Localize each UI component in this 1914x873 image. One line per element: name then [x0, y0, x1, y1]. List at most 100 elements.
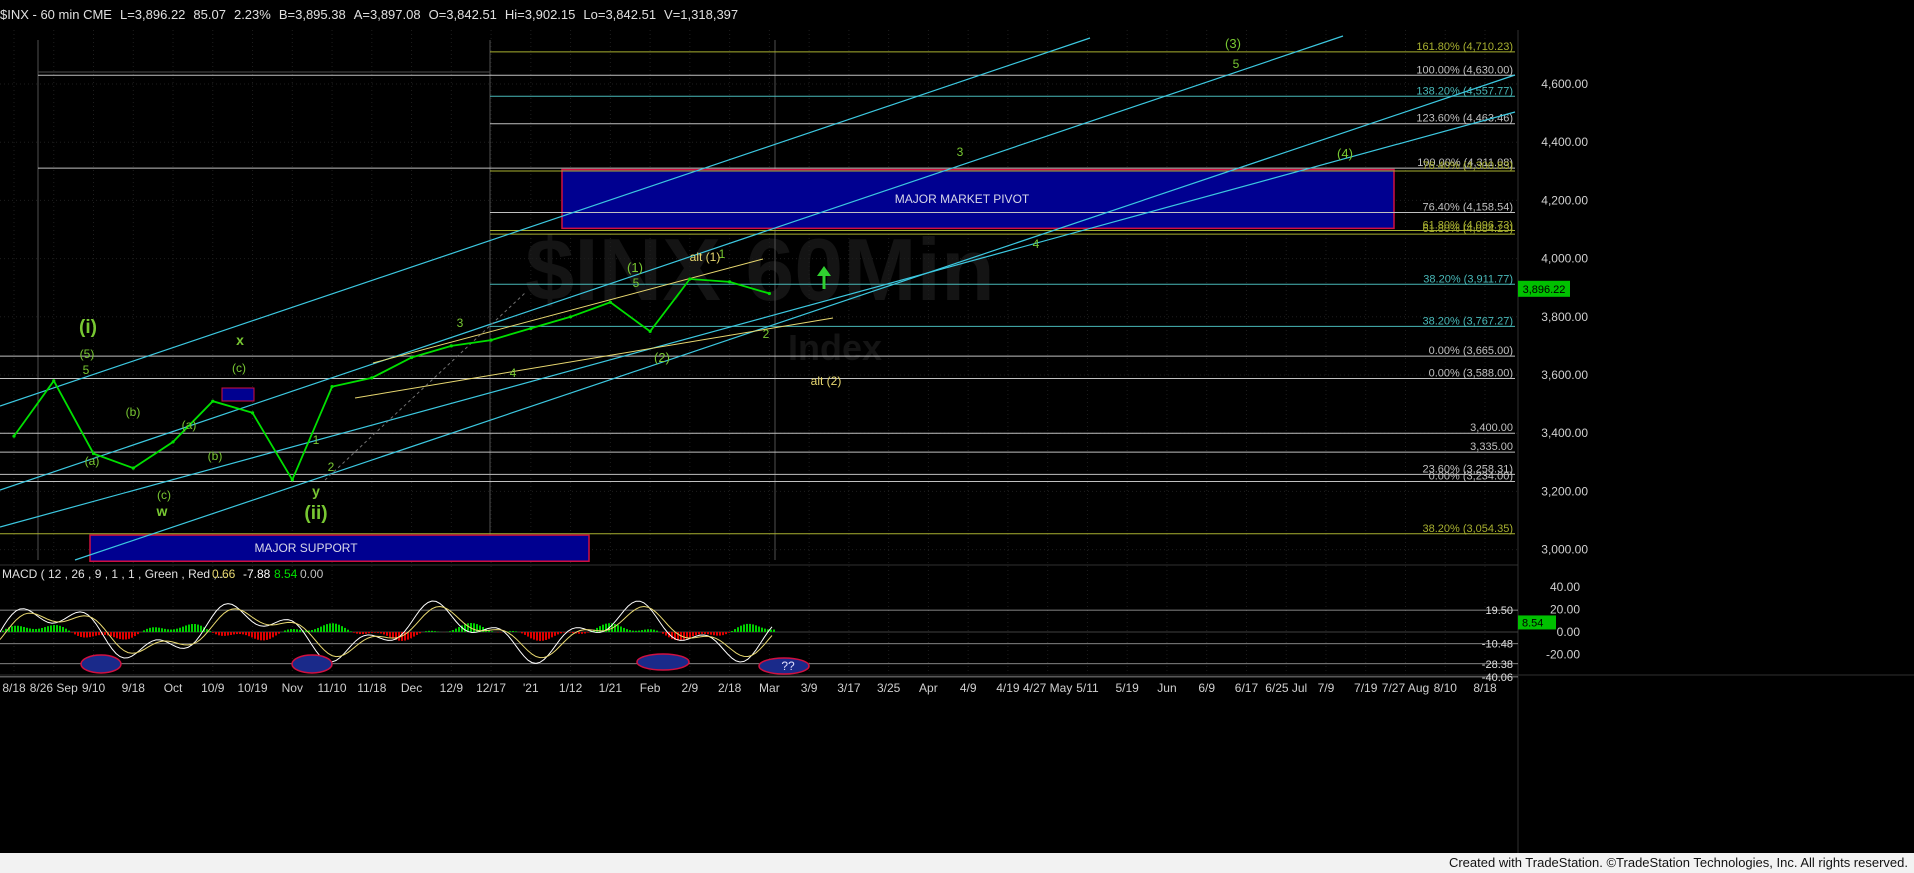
macd-histogram-bar [311, 630, 313, 632]
macd-histogram-bar [572, 632, 574, 634]
wave-c-box [221, 387, 255, 402]
macd-histogram-bar [83, 632, 85, 638]
wave-label: (4) [1337, 146, 1353, 161]
macd-level-label: -28.38 [1482, 659, 1513, 671]
watermark-symbol: $INX 60Min [525, 220, 994, 319]
macd-readout-value: 0.00 [300, 567, 324, 581]
wave-label: 4 [510, 366, 517, 380]
major-market-pivot-label: MAJOR MARKET PIVOT [895, 192, 1030, 206]
macd-histogram-bar [743, 624, 745, 632]
macd-histogram-bar [236, 632, 238, 635]
wave-label: 2 [763, 327, 770, 341]
macd-histogram-bar [44, 627, 46, 632]
watermark-type: Index [788, 327, 882, 368]
price-chart[interactable]: $INX 60Min Index MAJOR MARKET PIVOT MAJOR S… [0, 0, 1914, 853]
price-axis-tick: 4,600.00 [1541, 77, 1588, 91]
macd-histogram-bar [215, 632, 217, 635]
macd-histogram-bar [167, 629, 169, 632]
macd-histogram-bar [110, 632, 112, 637]
macd-histogram-bar [197, 624, 199, 632]
macd-histogram-bar [257, 632, 259, 640]
alt-wave-label: alt (2) [811, 374, 842, 388]
macd-histogram-bar [347, 629, 349, 632]
macd-histogram-bar [473, 623, 475, 632]
macd-histogram-bar [227, 632, 229, 636]
macd-histogram-bar [17, 625, 19, 632]
date-axis-tick: 8/26 Sep [30, 681, 78, 695]
macd-histogram-bar [758, 626, 760, 632]
macd-histogram-bar [377, 632, 379, 633]
macd-histogram-bar [752, 624, 754, 632]
macd-histogram-bar [38, 628, 40, 632]
macd-histogram-bar [293, 629, 295, 632]
macd-histogram-bar [155, 627, 157, 632]
macd-histogram-bar [701, 632, 703, 634]
price-point [648, 329, 652, 333]
macd-histogram-bar [68, 630, 70, 632]
macd-histogram-bar [266, 632, 268, 640]
date-axis-tick: 3/17 [837, 681, 861, 695]
macd-axis-tick: 20.00 [1550, 603, 1580, 617]
wedge-lower-line [354, 317, 834, 399]
date-axis-tick: 2/18 [718, 681, 742, 695]
fib-level-label: 138.20% (4,557.77) [1416, 85, 1513, 97]
fib-level-label: 161.80% (4,710.23) [1416, 41, 1513, 53]
fib-level-label: 3,400.00 [1470, 422, 1513, 434]
macd-histogram-bar [587, 632, 589, 633]
macd-histogram-bar [50, 625, 52, 632]
wave-label: (1) [627, 260, 643, 275]
macd-histogram-bar [434, 631, 436, 632]
macd-histogram-bar [719, 632, 721, 636]
price-axis-tick: 4,000.00 [1541, 252, 1588, 266]
macd-histogram-bar [728, 632, 730, 633]
price-point [250, 411, 255, 415]
price-point [52, 379, 56, 383]
macd-histogram-bar [344, 627, 346, 632]
macd-histogram-bar [614, 624, 616, 632]
macd-histogram-bar [278, 632, 280, 634]
date-axis-tick: Nov [282, 681, 303, 695]
price-point [290, 478, 294, 482]
macd-histogram-bar [95, 632, 97, 636]
macd-histogram-bar [509, 631, 511, 632]
macd-histogram-bar [371, 632, 373, 633]
macd-histogram-bar [620, 626, 622, 632]
price-point [449, 344, 453, 348]
macd-histogram-bar [317, 627, 319, 632]
macd-histogram-bar [650, 629, 652, 632]
macd-histogram-bar [425, 631, 427, 632]
price-point [568, 315, 573, 319]
macd-histogram-bar [569, 632, 571, 633]
macd-histogram-bar [224, 632, 226, 636]
macd-current-label: 8.54 [1522, 617, 1543, 629]
price-axis-tick: 3,600.00 [1541, 368, 1588, 382]
macd-histogram-bar [128, 632, 130, 639]
macd-histogram-bar [623, 627, 625, 632]
price-point [489, 338, 493, 342]
macd-oversold-marker [636, 653, 690, 671]
macd-histogram-bar [431, 630, 433, 632]
macd-histogram-bar [125, 632, 127, 640]
macd-histogram-bar [731, 631, 733, 632]
macd-histogram-bar [413, 632, 415, 637]
macd-histogram-bar [218, 632, 220, 636]
wave-label: 2 [328, 460, 335, 474]
macd-histogram-bar [632, 630, 634, 632]
price-axis-tick: 3,000.00 [1541, 543, 1588, 557]
macd-histogram-bar [251, 632, 253, 638]
macd-histogram-bar [545, 632, 547, 640]
macd-histogram-bar [542, 632, 544, 641]
macd-histogram-bar [563, 632, 565, 633]
date-axis-tick: 8/18 [2, 681, 26, 695]
date-axis-tick: Dec [401, 681, 422, 695]
macd-histogram-bar [713, 632, 715, 636]
macd-histogram-bar [656, 630, 658, 632]
date-axis-tick: Feb [640, 681, 661, 695]
price-point [529, 326, 533, 331]
date-axis-tick: Mar [759, 681, 780, 695]
date-axis-tick: 4/27 May [1023, 681, 1072, 695]
date-axis-tick: 3/25 [877, 681, 901, 695]
fib-level-label: 38.20% (3,911.77) [1423, 273, 1513, 285]
macd-histogram-bar [332, 623, 334, 632]
macd-histogram-bar [560, 632, 562, 634]
